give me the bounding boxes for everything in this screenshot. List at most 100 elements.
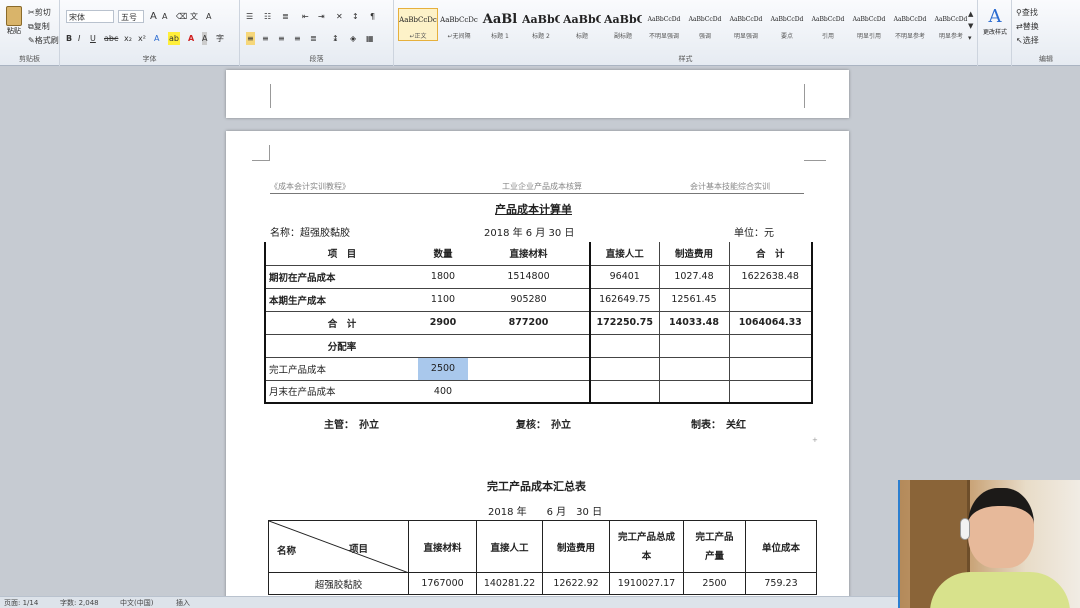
document-page[interactable]: 《成本会计实训教程》 工业企业产品成本核算 会计基本技能综合实训 产品成本计算单…: [226, 131, 849, 608]
table-move-handle[interactable]: +: [812, 436, 818, 444]
style-item[interactable]: AaBbCcDd 引用: [808, 8, 848, 41]
style-item[interactable]: AaBbCcDd 明显参考: [931, 8, 971, 41]
grow-font-button[interactable]: A: [150, 10, 157, 23]
italic-button[interactable]: I: [78, 32, 80, 45]
table-row: 月末在产品成本 400: [264, 380, 813, 404]
font-color-icon[interactable]: A: [188, 32, 194, 45]
subscript-button[interactable]: x₂: [124, 32, 132, 45]
table-cell: [468, 334, 590, 358]
style-item[interactable]: AaBbCcDd 强调: [685, 8, 725, 41]
font-name-select[interactable]: 宋体: [66, 10, 114, 23]
style-name: 明显参考: [938, 33, 963, 40]
chinese-layout-icon[interactable]: ✕: [336, 10, 343, 23]
bold-button[interactable]: B: [66, 32, 72, 45]
justify-icon[interactable]: ≡: [294, 32, 301, 45]
margin-mark: [804, 84, 805, 108]
table-cell: [468, 380, 590, 404]
borders-icon[interactable]: ▦: [366, 32, 374, 45]
header-cell: 数量: [418, 242, 468, 266]
table-row: 本期生产成本 1100 905280 162649.75 12561.45: [264, 288, 813, 312]
change-styles-button[interactable]: A 更改样式: [981, 6, 1009, 36]
superscript-button[interactable]: x²: [138, 32, 146, 45]
align-right-icon[interactable]: ≡: [278, 32, 285, 45]
header-cell: 直接材料: [468, 242, 590, 266]
doc1-product-name: 名称：超强胶黏胶: [270, 228, 350, 239]
table-cell: 2500: [683, 572, 746, 595]
strikethrough-button[interactable]: abc: [104, 32, 118, 45]
language[interactable]: 中文(中国): [120, 598, 153, 608]
headset-icon: [960, 518, 970, 540]
shrink-font-button[interactable]: A: [162, 10, 167, 23]
clipboard-group-label: 剪贴板: [19, 55, 40, 63]
style-item[interactable]: AaBbC 副标题: [603, 8, 643, 41]
underline-button[interactable]: U: [90, 32, 96, 45]
doc1-date: 2018 年 6 月 30 日: [484, 228, 575, 239]
numbering-icon[interactable]: ☷: [264, 10, 271, 23]
align-left-icon[interactable]: ≡: [246, 32, 255, 45]
gallery-more[interactable]: ▾: [968, 32, 972, 45]
select-button[interactable]: ↖选择: [1016, 34, 1039, 47]
cost-calculation-table: 项 目数量 直接材料 直接人工 制造费用合 计期初在产品成本 1800 1514800 96…: [264, 242, 813, 404]
style-item[interactable]: AaBbC 标题: [562, 8, 602, 41]
table-cell: [418, 334, 468, 358]
change-styles-icon: A: [988, 6, 1002, 27]
show-marks-icon[interactable]: ¶: [370, 10, 375, 23]
decrease-indent-icon[interactable]: ⇤: [302, 10, 309, 23]
header-cell: 直接人工: [476, 520, 543, 573]
phonetic-icon[interactable]: 文: [190, 10, 198, 23]
table-cell: 合 计: [264, 311, 418, 335]
table-cell: 2500: [418, 357, 468, 381]
table-cell: 162649.75: [589, 288, 659, 312]
paste-button[interactable]: 粘贴: [4, 4, 24, 38]
style-item[interactable]: AaBbCcDd 不明显参考: [890, 8, 930, 41]
presenter-body: [930, 572, 1070, 608]
align-center-icon[interactable]: ≡: [262, 32, 269, 45]
format-painter-button[interactable]: ✎格式刷: [28, 34, 59, 47]
page-count[interactable]: 页面: 1/14: [4, 598, 38, 608]
line-spacing-icon[interactable]: ↨: [332, 32, 339, 45]
bullets-icon[interactable]: ☰: [246, 10, 253, 23]
enclose-char-icon[interactable]: 字: [216, 32, 224, 45]
table-row: 完工产品成本 2500: [264, 357, 813, 381]
highlight-icon[interactable]: ab: [168, 32, 180, 45]
multilevel-list-icon[interactable]: ≣: [282, 10, 289, 23]
style-item[interactable]: AaBbCcDc ↵正文: [398, 8, 438, 41]
style-item[interactable]: AaBbCcDc ↵无间隔: [439, 8, 479, 41]
style-name: 不明显强调: [648, 33, 679, 40]
style-item[interactable]: AaBbCcDd 不明显强调: [644, 8, 684, 41]
clear-format-icon[interactable]: ⌫: [176, 10, 187, 23]
style-name: ↵无间隔: [447, 33, 471, 40]
table-cell: [728, 334, 813, 358]
table-cell: 172250.75: [589, 311, 659, 335]
border-char-icon[interactable]: A: [206, 10, 211, 23]
diagonal-header-cell: 名称 项目: [268, 520, 409, 573]
char-shading-icon[interactable]: A: [202, 32, 208, 45]
cut-button[interactable]: ✂剪切: [28, 6, 51, 19]
sort-icon[interactable]: ↕: [352, 10, 359, 23]
find-button[interactable]: ⚲查找: [1016, 6, 1038, 19]
header-right: 会计基本技能综合实训: [690, 182, 770, 191]
table-row: 超强胶黏胶 1767000 140281.22 12622.92 1910027…: [268, 572, 817, 595]
style-name: 不明显参考: [894, 33, 925, 40]
style-item[interactable]: AaBbCcDd 要点: [767, 8, 807, 41]
insert-mode[interactable]: 插入: [176, 598, 190, 608]
doc2-title: 完工产品成本汇总表: [487, 480, 586, 493]
distribute-icon[interactable]: ≣: [310, 32, 317, 45]
replace-button[interactable]: ⇄替换: [1016, 20, 1039, 33]
copy-button[interactable]: ⧉复制: [28, 20, 50, 33]
font-size-select[interactable]: 五号: [118, 10, 144, 23]
style-preview: AaBbCcDc: [440, 16, 478, 24]
style-item[interactable]: AaBbCcDd 明显引用: [849, 8, 889, 41]
style-item[interactable]: AaBbCcDd 明显强调: [726, 8, 766, 41]
style-item[interactable]: AaBl 标题 1: [480, 8, 520, 41]
text-effect-icon[interactable]: A: [154, 32, 159, 45]
header-left: 《成本会计实训教程》: [270, 182, 350, 191]
shading-icon[interactable]: ◈: [350, 32, 356, 45]
header-cell: 合 计: [728, 242, 813, 266]
editing-group: ⚲查找 ⇄替换 ↖选择 编辑: [1012, 0, 1080, 66]
word-count[interactable]: 字数: 2,048: [60, 598, 99, 608]
table-cell: [658, 380, 729, 404]
increase-indent-icon[interactable]: ⇥: [318, 10, 325, 23]
table-cell: 14033.48: [658, 311, 729, 335]
style-item[interactable]: AaBbC 标题 2: [521, 8, 561, 41]
